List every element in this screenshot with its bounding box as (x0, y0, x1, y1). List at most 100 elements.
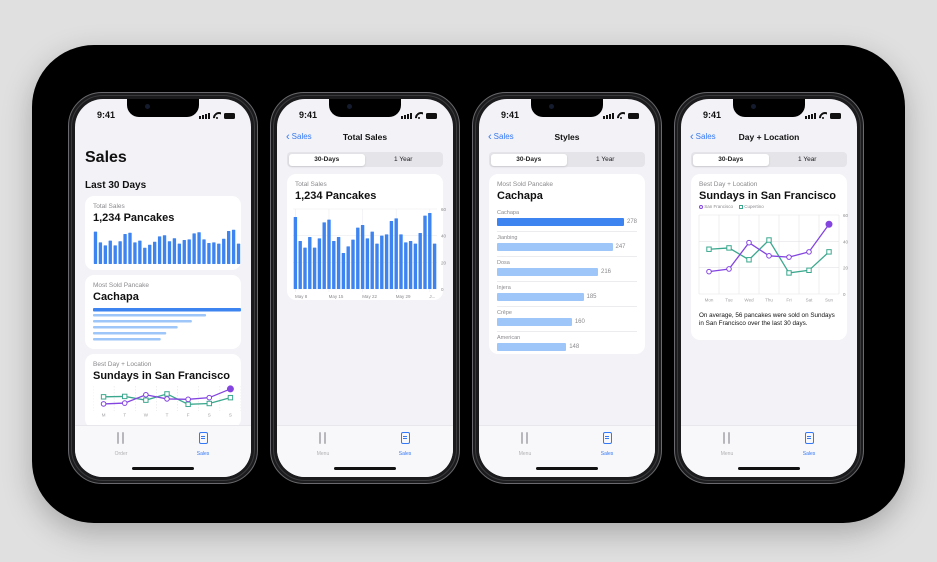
x-tick-label: S (208, 413, 211, 418)
bar (153, 241, 157, 264)
style-row: Crêpe 160 (497, 306, 637, 326)
san-francisco-point (706, 268, 712, 275)
tab-label: Menu (518, 451, 532, 457)
status-time: 9:41 (299, 110, 318, 120)
page-title: Sales (85, 149, 127, 166)
san-francisco-point (726, 266, 732, 272)
x-tick-label: F (187, 413, 190, 418)
signal-icon (805, 113, 816, 119)
x-tick-label: Tue (725, 298, 733, 303)
tab-menu[interactable]: Menu (505, 431, 545, 457)
san-francisco-point (143, 391, 149, 398)
tab-label: Menu (316, 451, 330, 457)
wifi-icon (213, 112, 221, 119)
x-tick-label: W (144, 413, 149, 418)
tab-menu[interactable]: Menu (707, 431, 747, 457)
cupertino-point (206, 400, 212, 407)
signal-icon (199, 113, 210, 119)
x-tick-label: S (229, 413, 232, 418)
tab-sales[interactable]: Sales (587, 431, 627, 457)
bar (138, 240, 142, 264)
best-day-card[interactable]: Best Day + Location Sundays in San Franc… (85, 354, 242, 428)
bar (375, 243, 379, 289)
style-count: 247 (615, 244, 626, 250)
y-tick-label: 20 (843, 266, 849, 271)
daily-sales-bar-chart: 0 20 40 60 May 8 May 15 May 22 May 29 J... (293, 207, 447, 299)
bar (236, 243, 241, 264)
bar (428, 213, 432, 289)
tab-menu[interactable]: Menu (303, 431, 343, 457)
nav-bar: ‹ Sales Styles (479, 129, 655, 147)
tab-order[interactable]: Order (101, 431, 141, 457)
nav-title: Total Sales (342, 132, 388, 142)
screen: 9:41 Sales Last 30 Days Total Sales 1,23… (75, 99, 251, 477)
bar (123, 234, 127, 264)
card-value: Cachapa (497, 190, 543, 202)
tab-sales[interactable]: Sales (789, 431, 829, 457)
card-caption: Total Sales (93, 203, 125, 210)
battery-icon (830, 113, 841, 119)
nav-title: Styles (554, 132, 580, 142)
tab-bar: Menu Sales (681, 425, 857, 477)
bar (222, 238, 226, 264)
bar (103, 245, 107, 264)
card-caption: Total Sales (295, 181, 327, 188)
style-count: 148 (569, 344, 580, 350)
san-francisco-point (121, 400, 128, 406)
most-sold-card[interactable]: Most Sold Pancake Cachapa (85, 275, 241, 349)
style-row: Injera 185 (497, 281, 637, 301)
segment-1-year[interactable]: 1 Year (365, 154, 442, 166)
battery-icon (224, 113, 235, 119)
bar (118, 241, 122, 264)
bar (317, 238, 322, 289)
bar (128, 232, 132, 264)
document-icon (602, 432, 612, 444)
segment-30-days[interactable]: 30-Days (288, 153, 365, 166)
bar (336, 237, 341, 289)
segment-30-days[interactable]: 30-Days (490, 153, 567, 166)
segment-1-year[interactable]: 1 Year (567, 154, 644, 166)
san-francisco-point (786, 254, 792, 260)
san-francisco-point (164, 396, 170, 402)
style-count: 160 (574, 319, 585, 325)
nav-bar: ‹ Sales Total Sales (277, 129, 453, 147)
style-bar (93, 332, 167, 335)
tab-sales[interactable]: Sales (385, 431, 425, 457)
screen: 9:41 ‹ Sales Day + Location 30-Days 1 Yea… (681, 99, 857, 477)
bar (298, 241, 302, 289)
legend-cupertino: Cupertino (739, 204, 764, 209)
san-francisco-point (825, 220, 833, 228)
bar (98, 242, 103, 264)
bar (432, 243, 437, 289)
home-indicator (536, 467, 598, 470)
tab-sales[interactable]: Sales (183, 431, 223, 457)
cupertino-point (164, 391, 170, 397)
total-sales-card[interactable]: Total Sales 1,234 Pancakes (85, 196, 241, 270)
bar (212, 242, 216, 264)
style-count: 216 (601, 269, 612, 275)
x-tick-label: Mon (705, 298, 714, 303)
style-row: Dosa 216 (497, 256, 637, 276)
mini-line-chart: MTWTFSS (92, 385, 242, 418)
card-value: 1,234 Pancakes (93, 212, 175, 224)
cupertino-point (746, 257, 752, 263)
signal-icon (401, 113, 412, 119)
wifi-icon (415, 112, 423, 119)
y-tick-label: 60 (843, 213, 849, 218)
circle-marker-icon (699, 204, 703, 209)
tab-label: Menu (720, 451, 734, 457)
x-tick-label: May 22 (362, 294, 377, 299)
segment-30-days[interactable]: 30-Days (692, 153, 769, 166)
x-tick-label: Fri (786, 298, 791, 303)
san-francisco-point (226, 385, 234, 393)
bar (360, 225, 365, 289)
card-value: Cachapa (93, 291, 139, 303)
cupertino-point (806, 267, 812, 273)
notch (329, 99, 401, 117)
legend-label: San Francisco (704, 204, 734, 209)
san-francisco-point (746, 239, 752, 246)
segment-1-year[interactable]: 1 Year (769, 154, 846, 166)
period-segmented-control: 30-Days 1 Year (489, 152, 645, 167)
bar (418, 233, 422, 289)
section-title: Last 30 Days (85, 180, 147, 191)
